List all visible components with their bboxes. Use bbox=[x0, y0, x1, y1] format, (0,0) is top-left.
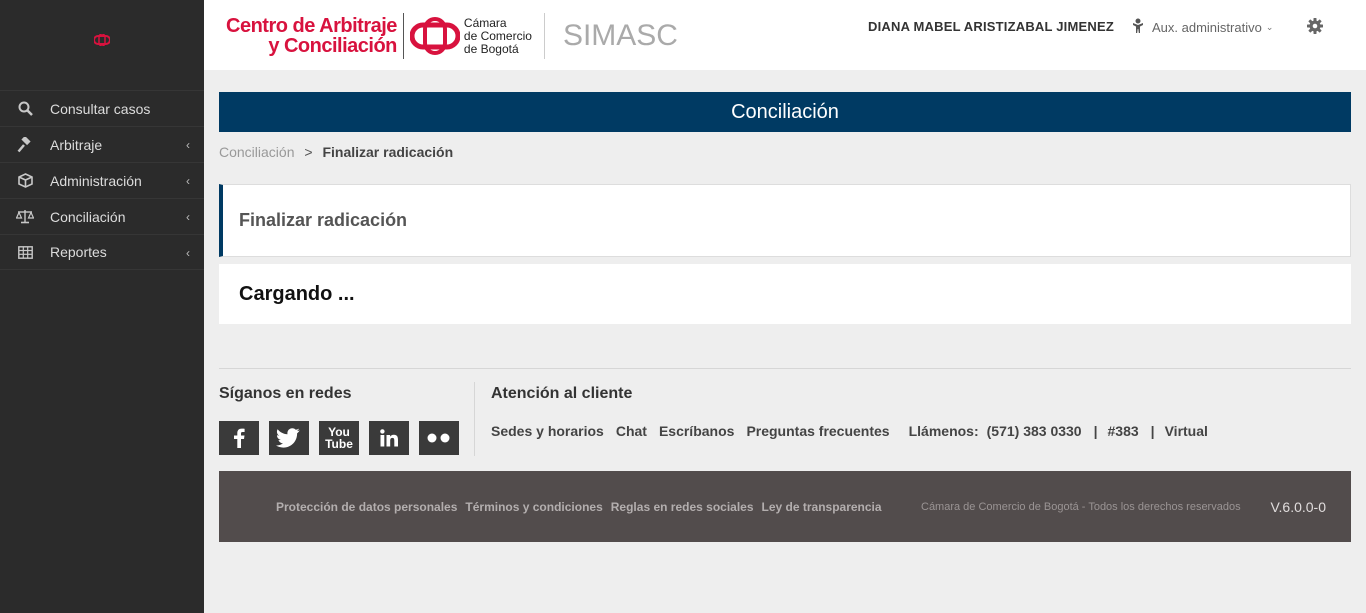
gear-icon[interactable] bbox=[1307, 18, 1323, 39]
separator: | bbox=[1150, 423, 1155, 439]
attention-links: Sedes y horarios Chat Escríbanos Pregunt… bbox=[491, 423, 1220, 439]
follow-title: Síganos en redes bbox=[219, 385, 352, 402]
link-chat[interactable]: Chat bbox=[616, 423, 647, 439]
link-sedes-horarios[interactable]: Sedes y horarios bbox=[491, 423, 604, 439]
user-name: DIANA MABEL ARISTIZABAL JIMENEZ bbox=[868, 19, 1114, 34]
loading-panel: Cargando ... bbox=[219, 264, 1351, 324]
brand-title: Centro de Arbitraje y Conciliación bbox=[226, 16, 397, 56]
copyright-text: Cámara de Comercio de Bogotá - Todos los… bbox=[921, 501, 1241, 513]
gavel-icon bbox=[0, 136, 50, 153]
person-icon bbox=[1132, 18, 1144, 37]
attention-title: Atención al cliente bbox=[491, 385, 633, 402]
link-escribanos[interactable]: Escríbanos bbox=[659, 423, 734, 439]
link-privacy[interactable]: Protección de datos personales bbox=[276, 500, 457, 514]
link-social-rules[interactable]: Reglas en redes sociales bbox=[611, 500, 754, 514]
chevron-left-icon: ‹ bbox=[186, 246, 190, 260]
sidebar-item-conciliacion[interactable]: Conciliación ‹ bbox=[0, 198, 204, 234]
chevron-left-icon: ‹ bbox=[186, 210, 190, 224]
chevron-left-icon: ‹ bbox=[186, 174, 190, 188]
footer-bottom-bar: Protección de datos personales Términos … bbox=[219, 471, 1351, 542]
chevron-down-icon: ⌄ bbox=[1265, 22, 1274, 32]
phone-number[interactable]: (571) 383 0330 bbox=[987, 423, 1082, 439]
breadcrumb-parent[interactable]: Conciliación bbox=[219, 144, 294, 160]
sidebar-item-label: Conciliación bbox=[50, 208, 126, 225]
page-title-bar: Conciliación bbox=[219, 92, 1351, 132]
ccb-line-1: Cámara bbox=[463, 15, 507, 30]
youtube-icon[interactable]: You Tube bbox=[319, 421, 359, 455]
table-icon bbox=[0, 245, 50, 259]
page-title: Conciliación bbox=[731, 100, 839, 123]
panel-header: Finalizar radicación bbox=[219, 184, 1351, 257]
facebook-icon[interactable] bbox=[219, 421, 259, 455]
breadcrumb-current: Finalizar radicación bbox=[322, 144, 454, 160]
ccb-logo: Cámara de Comercio de Bogotá bbox=[409, 15, 532, 56]
brand-line-2: y Conciliación bbox=[268, 35, 397, 57]
loading-text: Cargando ... bbox=[239, 282, 355, 305]
role-dropdown[interactable]: Aux. administrativo ⌄ bbox=[1132, 18, 1273, 37]
sidebar-item-reportes[interactable]: Reportes ‹ bbox=[0, 234, 204, 270]
youtube-text-bottom: Tube bbox=[325, 437, 353, 451]
brand-logo[interactable]: Centro de Arbitraje y Conciliación Cámar… bbox=[226, 12, 678, 60]
sidebar-logo[interactable] bbox=[0, 0, 204, 80]
link-transparency[interactable]: Ley de transparencia bbox=[762, 500, 882, 514]
search-icon bbox=[0, 101, 50, 116]
ccb-line-2: de Comercio bbox=[463, 28, 532, 43]
sidebar-item-arbitraje[interactable]: Arbitraje ‹ bbox=[0, 126, 204, 162]
breadcrumb: Conciliación > Finalizar radicación bbox=[219, 144, 453, 160]
short-code[interactable]: #383 bbox=[1108, 423, 1139, 439]
role-label: Aux. administrativo bbox=[1152, 20, 1262, 35]
sidebar-menu: Consultar casos Arbitraje ‹ Administraci… bbox=[0, 90, 204, 270]
brand-divider-2 bbox=[543, 13, 545, 59]
sidebar-item-consultar-casos[interactable]: Consultar casos bbox=[0, 90, 204, 126]
breadcrumb-separator: > bbox=[304, 144, 313, 160]
sidebar: Consultar casos Arbitraje ‹ Administraci… bbox=[0, 0, 204, 613]
scale-icon bbox=[0, 209, 50, 224]
social-links: You Tube bbox=[219, 421, 469, 455]
brand-line-1: Centro de Arbitraje bbox=[226, 15, 397, 37]
sidebar-item-label: Reportes bbox=[50, 244, 107, 260]
panel-title: Finalizar radicación bbox=[239, 210, 408, 230]
chevron-left-icon: ‹ bbox=[186, 138, 190, 152]
sidebar-item-label: Administración bbox=[50, 172, 142, 189]
link-terms[interactable]: Términos y condiciones bbox=[465, 500, 602, 514]
call-label: Llámenos: bbox=[908, 423, 979, 439]
link-preguntas-frecuentes[interactable]: Preguntas frecuentes bbox=[746, 423, 889, 439]
sidebar-item-administracion[interactable]: Administración ‹ bbox=[0, 162, 204, 198]
sidebar-item-label: Consultar casos bbox=[50, 100, 151, 117]
footer-vertical-divider bbox=[474, 382, 475, 456]
top-header: Centro de Arbitraje y Conciliación Cámar… bbox=[204, 0, 1366, 70]
cube-icon bbox=[0, 173, 50, 188]
footer-divider bbox=[219, 368, 1351, 369]
version-label: V.6.0.0-0 bbox=[1270, 499, 1326, 515]
twitter-icon[interactable] bbox=[269, 421, 309, 455]
linkedin-icon[interactable] bbox=[369, 421, 409, 455]
legal-links: Protección de datos personales Términos … bbox=[276, 500, 890, 514]
ccb-logo-text: Cámara de Comercio de Bogotá bbox=[463, 15, 532, 56]
link-virtual[interactable]: Virtual bbox=[1165, 423, 1208, 439]
ccb-line-3: de Bogotá bbox=[463, 41, 519, 56]
brand-divider bbox=[402, 13, 404, 59]
app-name: SIMASC bbox=[562, 19, 678, 52]
ccb-mini-logo-icon bbox=[94, 34, 110, 46]
sidebar-item-label: Arbitraje bbox=[50, 136, 103, 153]
flickr-icon[interactable] bbox=[419, 421, 459, 455]
ccb-logo-icon bbox=[409, 17, 460, 55]
separator: | bbox=[1093, 423, 1098, 439]
